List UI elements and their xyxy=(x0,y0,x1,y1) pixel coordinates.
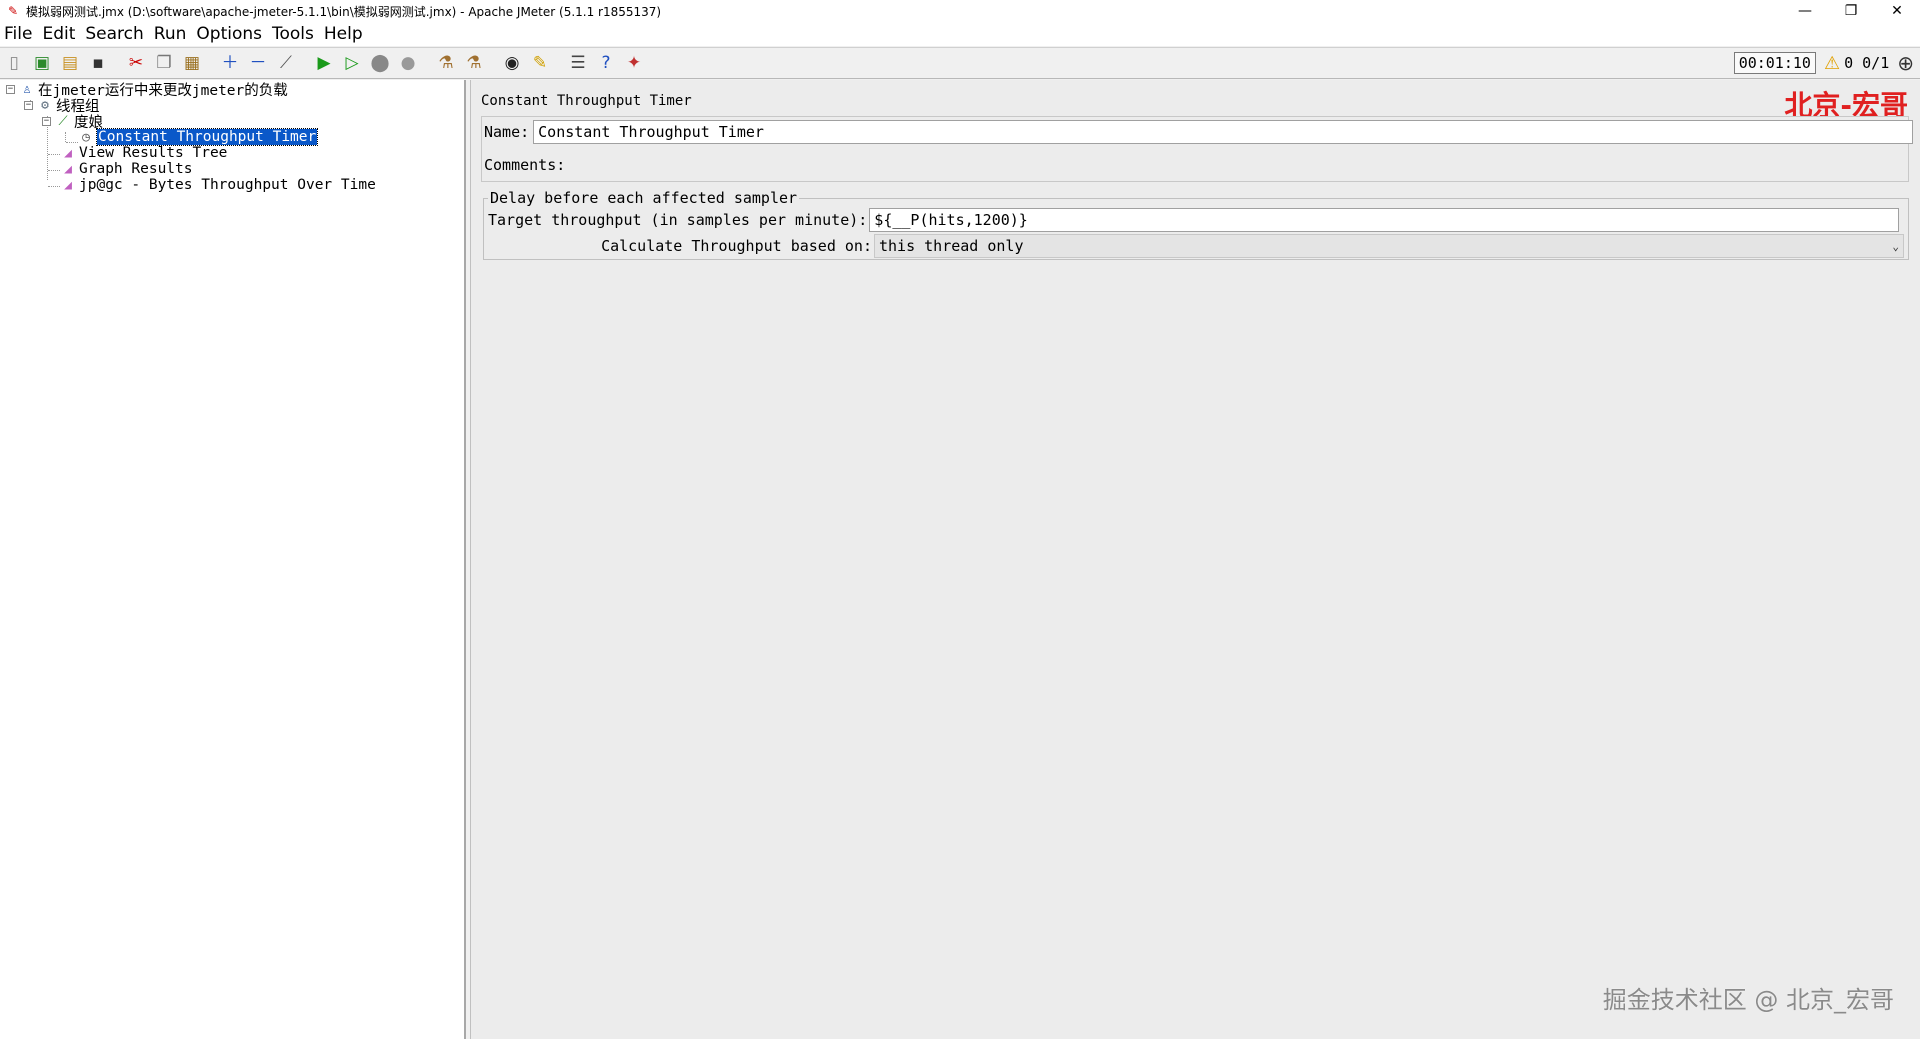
minimize-button[interactable]: — xyxy=(1782,0,1828,22)
shutdown-icon[interactable]: ● xyxy=(395,50,421,76)
tree-item-constant-throughput-timer[interactable]: ◷ Constant Throughput Timer xyxy=(78,128,319,146)
close-button[interactable]: ✕ xyxy=(1874,0,1920,22)
tree-item-http-sampler[interactable]: − ⟋ 度娘 xyxy=(42,113,103,131)
collapse-toggle[interactable]: − xyxy=(6,84,15,94)
tree-item-test-plan[interactable]: − ♙ 在jmeter运行中来更改jmeter的负载 xyxy=(6,81,288,99)
name-field[interactable]: Constant Throughput Timer xyxy=(533,120,1914,144)
menu-search[interactable]: Search xyxy=(80,24,148,44)
toolbar: ▯ ▣ ▤ ▪ ✂ ❐ ▦ ＋ － ⟋ ▶ ▷ ⬤ ● ⚗ ⚗ ◉ ✎ ☰ ? … xyxy=(0,47,1920,79)
tree-item-graph-results[interactable]: ◢ Graph Results xyxy=(60,161,192,177)
collapse-toggle[interactable]: − xyxy=(24,100,33,110)
timer-clock-icon: ◷ xyxy=(82,129,90,145)
paste-icon[interactable]: ▦ xyxy=(179,50,205,76)
menu-run[interactable]: Run xyxy=(149,24,192,44)
save-icon[interactable]: ▪ xyxy=(85,50,111,76)
cut-icon[interactable]: ✂ xyxy=(123,50,149,76)
menu-edit[interactable]: Edit xyxy=(37,24,80,44)
thread-group-gear-icon: ⚙ xyxy=(41,97,49,113)
comments-field[interactable] xyxy=(569,153,1906,177)
copy-icon[interactable]: ❐ xyxy=(151,50,177,76)
calc-throughput-label: Calculate Throughput based on: xyxy=(601,237,872,255)
comments-label: Comments: xyxy=(484,156,566,174)
tree-item-bytes-throughput[interactable]: ◢ jp@gc - Bytes Throughput Over Time xyxy=(60,177,376,193)
menu-options[interactable]: Options xyxy=(191,24,267,44)
clear-all-icon[interactable]: ⚗ xyxy=(461,50,487,76)
start-icon[interactable]: ▶ xyxy=(311,50,337,76)
test-plan-tree: − ♙ 在jmeter运行中来更改jmeter的负载 − ⚙ 线程组 − ⟋ 度… xyxy=(0,80,466,1039)
log-globe-icon[interactable]: ⊕ xyxy=(1897,51,1914,75)
stop-icon[interactable]: ⬤ xyxy=(367,50,393,76)
listener-chart-icon: ◢ xyxy=(64,145,72,161)
search-binoculars-icon[interactable]: ◉ xyxy=(499,50,525,76)
calc-throughput-select[interactable]: this thread only ⌄ xyxy=(874,234,1904,258)
timer-config-panel: Constant Throughput Timer 北京-宏哥 Name: Co… xyxy=(470,80,1920,1039)
new-icon[interactable]: ▯ xyxy=(1,50,27,76)
menu-tools[interactable]: Tools xyxy=(267,24,319,44)
panel-title: Constant Throughput Timer xyxy=(481,93,692,109)
collapse-toggle[interactable]: − xyxy=(42,116,51,126)
warning-icon[interactable]: ⚠ xyxy=(1824,53,1840,74)
name-label: Name: xyxy=(484,123,530,141)
start-no-pauses-icon[interactable]: ▷ xyxy=(339,50,365,76)
thread-counts: 0 0/1 xyxy=(1844,54,1890,72)
expand-icon[interactable]: ＋ xyxy=(217,50,243,76)
reset-search-icon[interactable]: ✎ xyxy=(527,50,553,76)
calc-throughput-value: this thread only xyxy=(879,237,1024,255)
listener-chart-icon: ◢ xyxy=(64,161,72,177)
menu-file[interactable]: File xyxy=(0,24,37,44)
delay-group-title: Delay before each affected sampler xyxy=(488,189,800,207)
toggle-icon[interactable]: ⟋ xyxy=(273,50,299,76)
name-comments-group: Name: Constant Throughput Timer Comments… xyxy=(481,116,1914,182)
target-throughput-field[interactable]: ${__P(hits,1200)} xyxy=(869,208,1900,232)
templates-icon[interactable]: ▣ xyxy=(29,50,55,76)
sampler-pipette-icon: ⟋ xyxy=(58,113,68,129)
open-icon[interactable]: ▤ xyxy=(57,50,83,76)
test-plan-icon: ♙ xyxy=(23,81,31,97)
window-titlebar: ✎ 模拟弱网测试.jmx (D:\software\apache-jmeter-… xyxy=(0,0,1920,22)
tree-item-view-results-tree[interactable]: ◢ View Results Tree xyxy=(60,145,227,161)
menu-help[interactable]: Help xyxy=(319,24,368,44)
function-helper-icon[interactable]: ☰ xyxy=(565,50,591,76)
window-title: 模拟弱网测试.jmx (D:\software\apache-jmeter-5.… xyxy=(26,4,662,19)
elapsed-timer: 00:01:10 xyxy=(1733,52,1816,74)
jmeter-feather-icon: ✎ xyxy=(7,4,19,18)
clear-icon[interactable]: ⚗ xyxy=(433,50,459,76)
target-throughput-label: Target throughput (in samples per minute… xyxy=(488,211,868,229)
watermark-bottom: 掘金技术社区 @ 北京_宏哥 xyxy=(1602,986,1894,1014)
remote-icon[interactable]: ✦ xyxy=(621,50,647,76)
delay-group: Delay before each affected sampler Targe… xyxy=(483,189,1909,260)
help-icon[interactable]: ? xyxy=(593,50,619,76)
collapse-icon[interactable]: － xyxy=(245,50,271,76)
restore-button[interactable]: ❐ xyxy=(1828,0,1874,22)
chevron-down-icon: ⌄ xyxy=(1892,239,1899,253)
menu-bar: File Edit Search Run Options Tools Help xyxy=(0,22,1920,46)
listener-chart-icon: ◢ xyxy=(64,177,72,193)
